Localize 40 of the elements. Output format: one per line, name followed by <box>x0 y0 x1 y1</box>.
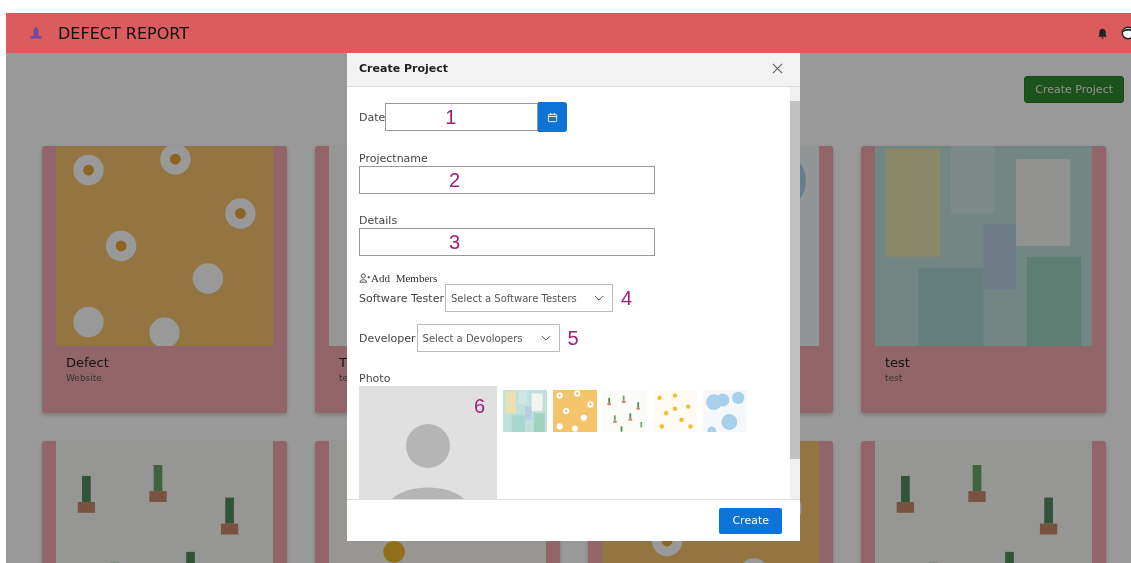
card-title: T <box>339 355 347 370</box>
details-field[interactable] <box>359 228 655 256</box>
chevron-down-icon <box>540 334 551 342</box>
project-name-field[interactable] <box>359 166 655 194</box>
annotation-number: 3 <box>449 232 461 252</box>
project-card[interactable]: Defect Website <box>42 146 287 413</box>
field-label: Date <box>359 110 386 124</box>
annotation-number: 5 <box>567 328 579 348</box>
user-avatar-icon[interactable] <box>1121 26 1131 40</box>
annotation-number: 1 <box>445 107 457 127</box>
close-icon[interactable] <box>772 62 783 74</box>
developer-dropdown[interactable]: Select a Devolopers <box>416 324 560 352</box>
dialog-title: Create Project <box>359 61 449 75</box>
section-heading: Add Members <box>371 272 438 284</box>
chevron-down-icon <box>593 294 604 302</box>
app-title: DEFECT REPORT <box>58 23 189 43</box>
annotation-number: 4 <box>620 288 633 308</box>
card-title: Defect <box>66 355 109 370</box>
card-subtitle: test <box>885 373 903 383</box>
add-person-icon <box>359 273 371 283</box>
photo-placeholder[interactable]: 6 <box>359 386 497 499</box>
annotation-number: 6 <box>473 396 485 416</box>
card-subtitle: Website <box>66 373 102 383</box>
card-title: test <box>885 355 910 370</box>
field-label: Photo <box>359 372 391 385</box>
notification-bell-icon[interactable] <box>1096 26 1109 40</box>
create-button[interactable]: Create <box>719 507 782 534</box>
calendar-button[interactable] <box>538 102 568 132</box>
field-label: Details <box>359 214 398 227</box>
date-field[interactable] <box>385 103 539 131</box>
calendar-icon <box>547 111 559 123</box>
field-label: Software Tester <box>359 291 444 305</box>
scrollbar[interactable] <box>790 87 800 499</box>
annotation-number: 2 <box>449 170 461 190</box>
project-card[interactable]: test test <box>861 146 1106 413</box>
software-tester-dropdown[interactable]: Select a Software Testers <box>444 284 613 312</box>
card-subtitle: te <box>339 373 349 383</box>
create-project-button[interactable]: Create Project <box>1024 76 1124 103</box>
field-label: Developer <box>359 331 416 345</box>
field-label: Projectname <box>359 152 428 165</box>
